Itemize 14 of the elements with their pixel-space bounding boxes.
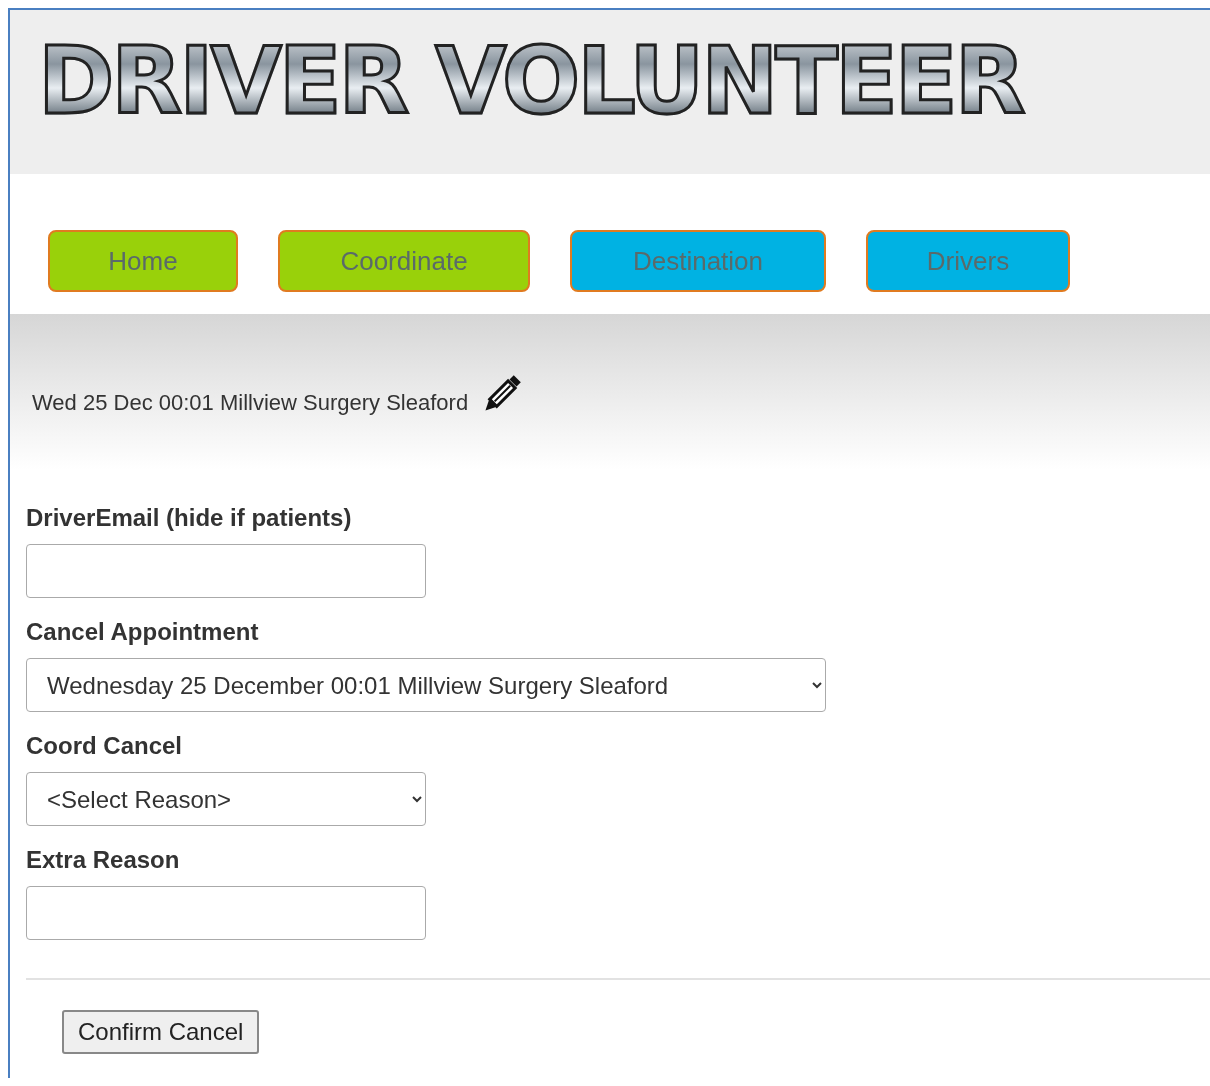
field-label: DriverEmail (hide if patients) — [26, 503, 353, 533]
select-field[interactable]: Wednesday 25 December 00:01 Millview Surgery Sleaford — [26, 658, 826, 712]
nav-button[interactable]: Destination — [570, 230, 826, 292]
field-label: Cancel Appointment — [26, 617, 260, 647]
input-field[interactable] — [26, 544, 426, 598]
field-label: Extra Reason — [26, 845, 181, 875]
select-field[interactable]: <Select Reason> — [26, 772, 426, 826]
confirm-cancel-button[interactable]: Confirm Cancel — [62, 1010, 260, 1054]
nav-button[interactable]: Home — [48, 230, 238, 292]
nav-button[interactable]: Drivers — [866, 230, 1070, 292]
appointment-summary: Wed 25 Dec 00:01 Millview Surgery Sleaford — [32, 389, 469, 417]
input-field[interactable] — [26, 886, 426, 940]
field-label: Coord Cancel — [26, 731, 184, 761]
nav-button[interactable]: Coordinate — [278, 230, 530, 292]
